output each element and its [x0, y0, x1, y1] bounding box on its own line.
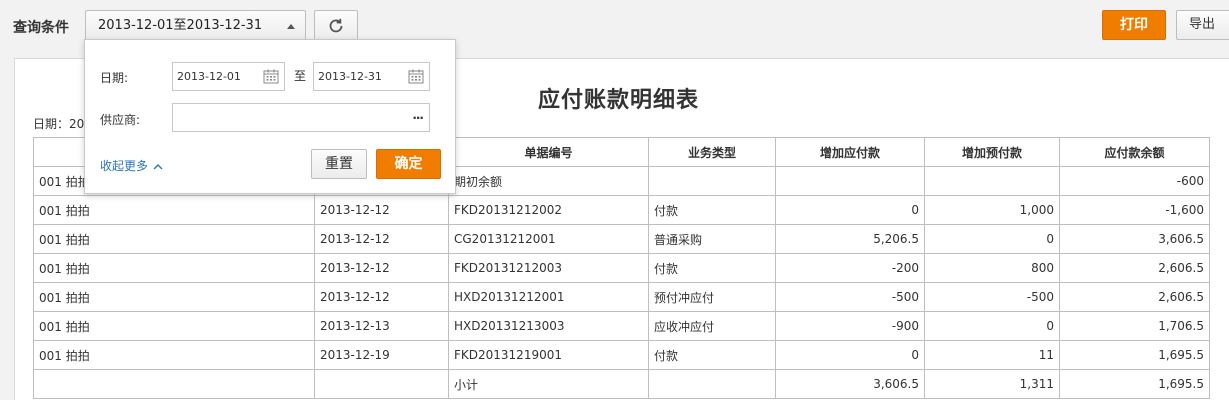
table-cell: 2013-12-13 [314, 311, 449, 341]
chevron-up-icon [153, 163, 163, 169]
table-cell [648, 369, 776, 399]
table-cell [775, 166, 925, 196]
confirm-button[interactable]: 确定 [376, 149, 441, 179]
table-cell: 2,606.5 [1059, 253, 1210, 283]
supplier-label: 供应商: [100, 113, 141, 127]
column-header: 应付款余额 [1059, 137, 1210, 167]
report-date-prefix: 日期： [33, 117, 70, 131]
table-cell: 0 [924, 224, 1060, 254]
table-row: 001 拍拍 2013-12-12 FKD20131212003 付款 -200 800 2… [33, 253, 1210, 283]
table-row: 小计 3,606.5 1,311 1,695.5 [33, 369, 1210, 399]
filter-popover: 日期: 2013-12-01 至 2013-12-31 供应商: ··· 收起更… [84, 39, 456, 194]
table-cell: 11 [924, 340, 1060, 370]
date-range-dropdown[interactable]: 2013-12-01至2013-12-31 [85, 10, 306, 41]
table-row: 001 拍拍 2013-12-12 FKD20131212002 付款 0 1,000 -1… [33, 195, 1210, 225]
column-header: 增加应付款 [775, 137, 925, 167]
table-cell: 2013-12-12 [314, 195, 449, 225]
table-cell: 0 [775, 195, 925, 225]
refresh-icon [329, 18, 343, 32]
table-row: 001 拍拍 2013-12-12 CG20131212001 普通采购 5,206.5… [33, 224, 1210, 254]
table-cell [924, 166, 1060, 196]
table-cell: 1,311 [924, 369, 1060, 399]
table-cell: 付款 [648, 195, 776, 225]
table-cell: -500 [924, 282, 1060, 312]
app-root: 查询条件 2013-12-01至2013-12-31 打印 导出 应付账款明细表… [0, 0, 1229, 400]
table-cell: CG20131212001 [448, 224, 649, 254]
table-cell: 2013-12-12 [314, 253, 449, 283]
table-cell: HXD20131213003 [448, 311, 649, 341]
table-cell: -500 [775, 282, 925, 312]
start-date-input[interactable]: 2013-12-01 [172, 62, 285, 91]
table-cell: 001 拍拍 [33, 340, 315, 370]
collapse-more-label: 收起更多 [100, 159, 149, 173]
table-cell: 001 拍拍 [33, 195, 315, 225]
table-cell: 1,000 [924, 195, 1060, 225]
table-cell: 3,606.5 [775, 369, 925, 399]
table-cell: 应收冲应付 [648, 311, 776, 341]
table-cell [33, 369, 315, 399]
table-cell: 001 拍拍 [33, 311, 315, 341]
table-cell: -900 [775, 311, 925, 341]
table-cell: 0 [924, 311, 1060, 341]
to-separator: 至 [294, 69, 307, 83]
date-range-value: 2013-12-01至2013-12-31 [98, 18, 263, 33]
table-cell: 001 拍拍 [33, 224, 315, 254]
query-condition-label: 查询条件 [13, 20, 69, 36]
date-label: 日期: [100, 71, 129, 85]
table-cell: 付款 [648, 340, 776, 370]
table-cell: 2013-12-12 [314, 224, 449, 254]
table-row: 001 拍拍 2013-12-13 HXD20131213003 应收冲应付 -900 0… [33, 311, 1210, 341]
table-cell: 3,606.5 [1059, 224, 1210, 254]
collapse-more-link[interactable]: 收起更多 [100, 157, 163, 174]
table-cell: 付款 [648, 253, 776, 283]
table-cell: -1,600 [1059, 195, 1210, 225]
table-cell: 800 [924, 253, 1060, 283]
table-cell: 2,606.5 [1059, 282, 1210, 312]
table-cell: -600 [1059, 166, 1210, 196]
table-cell: 001 拍拍 [33, 282, 315, 312]
report-title: 应付账款明细表 [538, 88, 700, 113]
table-cell [648, 166, 776, 196]
report-date-value: 20 [69, 117, 85, 131]
caret-up-icon [287, 24, 295, 29]
table-cell: 普通采购 [648, 224, 776, 254]
table-cell: 期初余额 [448, 166, 649, 196]
table-cell: HXD20131212001 [448, 282, 649, 312]
table-cell: 2013-12-12 [314, 282, 449, 312]
table-cell: FKD20131212002 [448, 195, 649, 225]
table-cell: 小计 [448, 369, 649, 399]
end-date-value: 2013-12-31 [318, 70, 382, 83]
table-cell: 1,695.5 [1059, 340, 1210, 370]
supplier-input[interactable]: ··· [172, 103, 430, 132]
table-cell: 001 拍拍 [33, 253, 315, 283]
table-cell: FKD20131219001 [448, 340, 649, 370]
print-button[interactable]: 打印 [1102, 10, 1166, 40]
table-cell [314, 369, 449, 399]
table-cell: FKD20131212003 [448, 253, 649, 283]
table-cell: 预付冲应付 [648, 282, 776, 312]
refresh-button[interactable] [314, 10, 358, 41]
report-date-line: 日期：20 [33, 115, 84, 132]
reset-button[interactable]: 重置 [311, 149, 367, 179]
column-header: 增加预付款 [924, 137, 1060, 167]
column-header: 单据编号 [448, 137, 649, 167]
table-cell: 2013-12-19 [314, 340, 449, 370]
table-cell: -200 [775, 253, 925, 283]
table-row: 001 拍拍 2013-12-19 FKD20131219001 付款 0 11 1,695… [33, 340, 1210, 370]
end-date-input[interactable]: 2013-12-31 [313, 62, 430, 91]
table-cell: 1,706.5 [1059, 311, 1210, 341]
start-date-value: 2013-12-01 [177, 70, 241, 83]
table-cell: 0 [775, 340, 925, 370]
column-header: 业务类型 [648, 137, 776, 167]
calendar-icon[interactable] [263, 69, 279, 84]
table-cell: 1,695.5 [1059, 369, 1210, 399]
table-row: 001 拍拍 2013-12-12 HXD20131212001 预付冲应付 -500-… [33, 282, 1210, 312]
more-options-icon[interactable]: ··· [412, 111, 424, 125]
table-cell: 5,206.5 [775, 224, 925, 254]
calendar-icon[interactable] [408, 69, 424, 84]
export-button[interactable]: 导出 [1176, 10, 1229, 40]
